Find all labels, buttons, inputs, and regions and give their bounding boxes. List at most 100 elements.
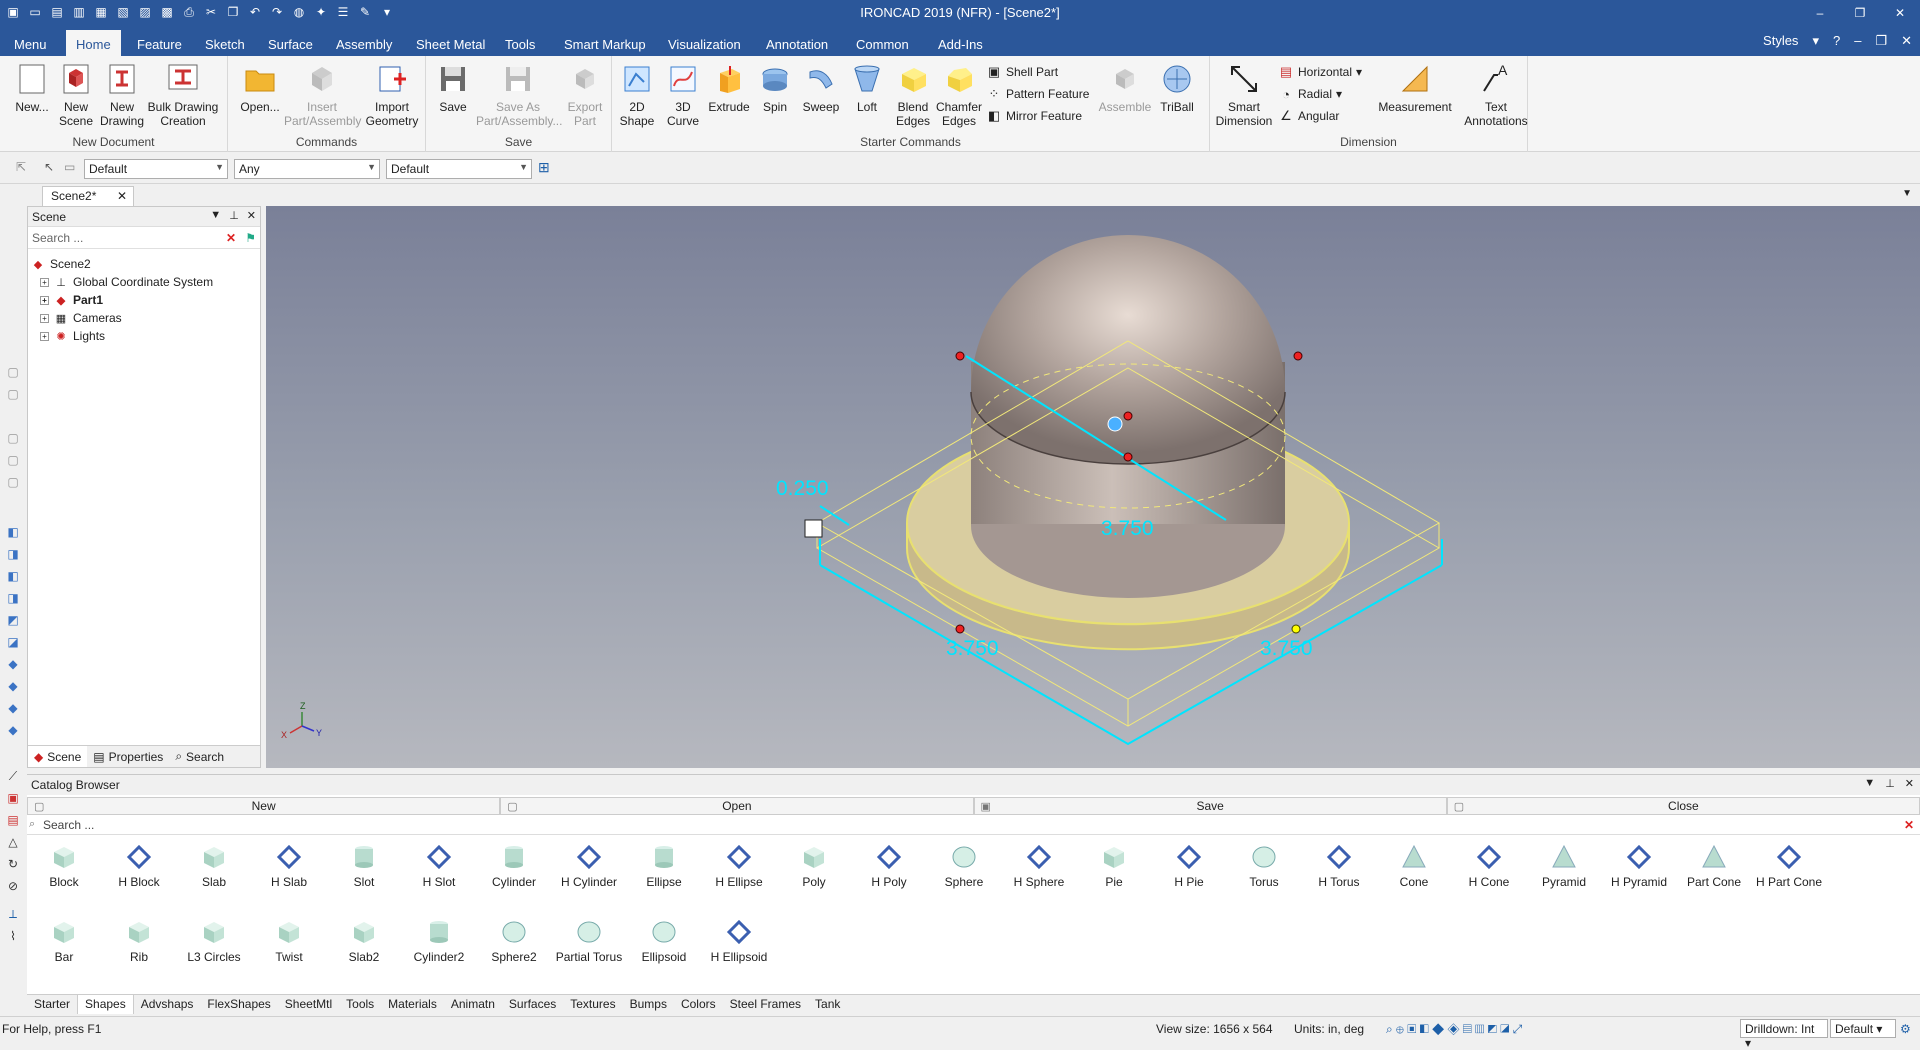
dimension-thickness-label[interactable]: 0.250	[776, 477, 829, 500]
catalog-tab-tank[interactable]: Tank	[808, 995, 847, 1014]
any-combo[interactable]: Any ▼	[234, 159, 380, 179]
tab-home[interactable]: Home	[66, 30, 121, 56]
shell-part-button[interactable]: ▣ Shell Part	[986, 62, 1058, 82]
catalog-tab-starter[interactable]: Starter	[27, 995, 77, 1014]
open-button[interactable]: Open...	[232, 62, 288, 114]
shape-ellipse[interactable]: Ellipse	[628, 843, 700, 889]
shape-partial-torus[interactable]: Partial Torus	[553, 918, 625, 964]
dimension-height-label[interactable]: 3.750	[1101, 517, 1154, 540]
shape-h-torus[interactable]: H Torus	[1303, 843, 1375, 889]
radial-dropdown-icon[interactable]: ▾	[1336, 87, 1342, 101]
view-back-icon[interactable]: ◨	[5, 546, 21, 562]
shape-h-part-cone[interactable]: H Part Cone	[1753, 843, 1825, 889]
pattern-feature-button[interactable]: ⁘ Pattern Feature	[986, 84, 1090, 104]
loft-button[interactable]: Loft	[844, 62, 890, 114]
help-icon[interactable]: ?	[1833, 33, 1840, 49]
strip-tool-4-icon[interactable]: ▢	[5, 452, 21, 468]
tab-search[interactable]: ⌕ Search	[169, 746, 230, 767]
catalog-tab-steel-frames[interactable]: Steel Frames	[723, 995, 808, 1014]
view-right-icon[interactable]: ◨	[5, 590, 21, 606]
text-annotations-button[interactable]: A Text Annotations	[1464, 62, 1528, 128]
expand-icon[interactable]: +	[40, 295, 49, 305]
shape-pie[interactable]: Pie	[1078, 843, 1150, 889]
shape-torus[interactable]: Torus	[1228, 843, 1300, 889]
3d-viewport[interactable]: 0.250 3.750 3.750 3.750 Z X Y	[266, 206, 1920, 768]
shape-pyramid[interactable]: Pyramid	[1528, 843, 1600, 889]
tab-menu[interactable]: Menu	[4, 30, 57, 56]
3d-curve-button[interactable]: 3D Curve	[660, 62, 706, 128]
catalog-tab-materials[interactable]: Materials	[381, 995, 444, 1014]
blend-edges-button[interactable]: Blend Edges	[890, 62, 936, 128]
shape-rib[interactable]: Rib	[103, 918, 175, 964]
shape-cylinder[interactable]: Cylinder	[478, 843, 550, 889]
measurement-button[interactable]: Measurement	[1370, 62, 1460, 114]
catalog-tab-flexshapes[interactable]: FlexShapes	[200, 995, 277, 1014]
filter-icon[interactable]: ⚑	[245, 231, 256, 245]
tab-common[interactable]: Common	[846, 30, 919, 56]
horizontal-dimension-button[interactable]: ▤ Horizontal ▾	[1278, 62, 1362, 82]
scene-canvas[interactable]: 0.250 3.750 3.750 3.750 Z X Y	[266, 206, 1920, 768]
shape-poly[interactable]: Poly	[778, 843, 850, 889]
mirror-feature-button[interactable]: ◧ Mirror Feature	[986, 106, 1082, 126]
strip-tool-3-icon[interactable]: ▢	[5, 430, 21, 446]
shape-h-ellipsoid[interactable]: H Ellipsoid	[703, 918, 775, 964]
ribbon-restore-icon[interactable]: ❐	[1875, 33, 1887, 49]
save-as-part-assembly-button[interactable]: Save As Part/Assembly...	[476, 62, 562, 128]
catalog-close-icon[interactable]: ✕	[1905, 777, 1914, 790]
dimension-width-label[interactable]: 3.750	[1260, 637, 1313, 660]
strip-tool-2-icon[interactable]: ▢	[5, 386, 21, 402]
bulk-drawing-creation-button[interactable]: Bulk Drawing Creation	[146, 62, 220, 128]
import-geometry-button[interactable]: Import Geometry	[362, 62, 422, 128]
tab-scene[interactable]: ◆ Scene	[28, 746, 88, 767]
view-iso-icon[interactable]: ◆	[5, 656, 21, 672]
view-normal-icon[interactable]: ◆	[5, 722, 21, 738]
drawing-tool-icon[interactable]: ▤	[5, 812, 21, 828]
tab-surface[interactable]: Surface	[258, 30, 323, 56]
select-filter-icon[interactable]: ⇱	[16, 160, 26, 174]
shape-cylinder2[interactable]: Cylinder2	[403, 918, 475, 964]
shape-h-poly[interactable]: H Poly	[853, 843, 925, 889]
catalog-tab-sheetmtl[interactable]: SheetMtl	[278, 995, 339, 1014]
tree-item-scene2[interactable]: ◆ Scene2	[30, 255, 260, 273]
dome[interactable]	[970, 235, 1286, 465]
status-toolbar-icons[interactable]: ⌕ ⊕ ▣ ◧ ◆ ◈ ▤ ▥ ◩ ◪ ⤢	[1386, 1022, 1522, 1037]
tree-item-lights[interactable]: + ✺ Lights	[30, 327, 260, 345]
view-left-icon[interactable]: ◧	[5, 568, 21, 584]
pointer-icon[interactable]: ↖	[44, 160, 54, 174]
strip-tool-1-icon[interactable]: ▢	[5, 364, 21, 380]
expand-icon[interactable]: +	[40, 277, 49, 287]
spin-button[interactable]: Spin	[752, 62, 798, 114]
measure-tool-icon[interactable]: ⟂	[5, 906, 21, 922]
sweep-button[interactable]: Sweep	[798, 62, 844, 114]
view-trimetric-icon[interactable]: ◆	[5, 700, 21, 716]
tab-feature[interactable]: Feature	[127, 30, 192, 56]
shape-slot[interactable]: Slot	[328, 843, 400, 889]
shape-part-cone[interactable]: Part Cone	[1678, 843, 1750, 889]
pin-icon[interactable]: ⊥	[229, 209, 239, 222]
strip-tool-5-icon[interactable]: ▢	[5, 474, 21, 490]
default-combo[interactable]: Default ▼	[84, 159, 228, 179]
tab-assembly[interactable]: Assembly	[326, 30, 402, 56]
catalog-tab-colors[interactable]: Colors	[674, 995, 723, 1014]
ribbon-minimize-icon[interactable]: –	[1854, 33, 1861, 49]
maximize-button[interactable]: ❐	[1840, 0, 1880, 26]
rotate-tool-icon[interactable]: ↻	[5, 856, 21, 872]
dimension-length-label[interactable]: 3.750	[946, 637, 999, 660]
expand-icon[interactable]: +	[40, 313, 49, 323]
tree-item-part1[interactable]: + ◆ Part1	[30, 291, 260, 309]
catalog-new-button[interactable]: ▢ New	[27, 797, 501, 815]
insert-part-assembly-button[interactable]: Insert Part/Assembly	[284, 62, 361, 128]
hierarchy-icon[interactable]: ⊞	[538, 159, 550, 176]
save-button[interactable]: Save	[430, 62, 476, 114]
tree-item-cameras[interactable]: + ▦ Cameras	[30, 309, 260, 327]
catalog-tab-tools[interactable]: Tools	[339, 995, 381, 1014]
sketch-tool-icon[interactable]: ⟋	[5, 768, 21, 784]
settings-icon[interactable]: ⚙	[1900, 1022, 1911, 1036]
tab-properties[interactable]: ▤ Properties	[87, 746, 169, 767]
no-entry-icon[interactable]: ⊘	[5, 878, 21, 894]
section-tool-icon[interactable]: ▣	[5, 790, 21, 806]
styles-menu[interactable]: Styles	[1763, 33, 1798, 49]
assemble-button[interactable]: Assemble	[1098, 62, 1152, 114]
angular-dimension-button[interactable]: ∠ Angular	[1278, 106, 1339, 126]
tab-tools[interactable]: Tools	[495, 30, 545, 56]
